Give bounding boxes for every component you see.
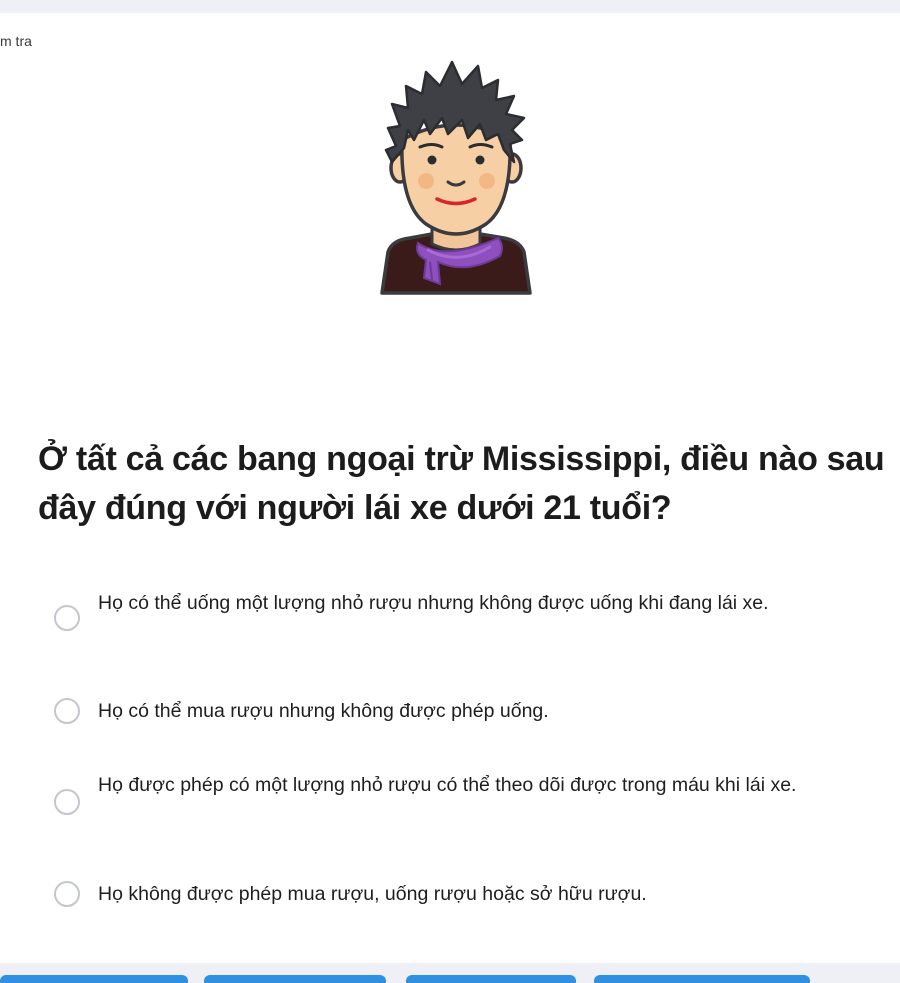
answer-option-2[interactable]: Họ có thể mua rượu nhưng không được phép… [52,693,842,729]
answer-option-label[interactable]: Họ có thể mua rượu nhưng không được phép… [98,693,843,729]
bottom-button-3[interactable] [406,975,576,983]
radio-button[interactable] [54,789,80,815]
answer-option-label[interactable]: Họ có thể uống một lượng nhỏ rượu nhưng … [98,585,843,621]
person-avatar-icon [380,60,532,295]
breadcrumb[interactable]: m tra [0,33,32,49]
radio-button[interactable] [54,881,80,907]
answer-option-label[interactable]: Họ không được phép mua rượu, uống rượu h… [98,876,843,912]
bottom-button-1[interactable] [0,975,188,983]
answer-option-4[interactable]: Họ không được phép mua rượu, uống rượu h… [52,876,842,912]
answer-option-3[interactable]: Họ được phép có một lượng nhỏ rượu có th… [52,767,842,837]
bottom-button-4[interactable] [594,975,810,983]
answer-option-label[interactable]: Họ được phép có một lượng nhỏ rượu có th… [98,767,843,803]
question-text: Ở tất cả các bang ngoại trừ Mississippi,… [38,440,885,527]
radio-button[interactable] [54,605,80,631]
answer-option-1[interactable]: Họ có thể uống một lượng nhỏ rượu nhưng … [52,585,842,655]
bottom-button-2[interactable] [204,975,386,983]
radio-button[interactable] [54,698,80,724]
